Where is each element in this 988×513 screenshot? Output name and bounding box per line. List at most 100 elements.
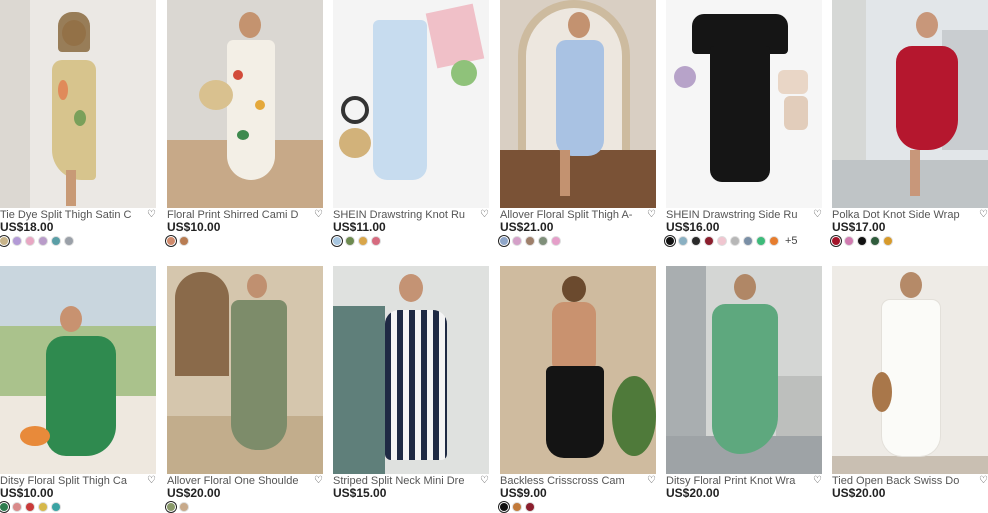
heart-icon[interactable]: ♡ [314,209,323,221]
color-swatch[interactable] [692,237,700,245]
color-swatch[interactable] [539,237,547,245]
color-swatch[interactable] [552,237,560,245]
color-swatch[interactable] [26,503,34,511]
color-swatch[interactable] [871,237,879,245]
product-card[interactable]: SHEIN Drawstring Side Ru ♡ US$16.00 +5 [666,0,822,247]
product-image[interactable] [333,266,489,474]
product-card[interactable]: Allover Floral Split Thigh A- ♡ US$21.00 [500,0,656,247]
product-card[interactable]: Striped Split Neck Mini Dre ♡ US$15.00 [333,266,489,513]
heart-icon[interactable]: ♡ [480,209,489,221]
color-swatch[interactable] [39,237,47,245]
product-image[interactable] [666,0,822,208]
color-swatch[interactable] [372,237,380,245]
color-swatch[interactable] [666,237,674,245]
heart-icon[interactable]: ♡ [979,209,988,221]
product-price: US$9.00 [500,486,547,500]
product-title[interactable]: Floral Print Shirred Cami D [167,209,313,221]
color-swatch[interactable] [13,503,21,511]
color-swatch[interactable] [832,237,840,245]
product-image[interactable] [0,0,156,208]
product-image[interactable] [832,266,988,474]
product-price: US$11.00 [333,220,386,234]
product-price: US$20.00 [167,486,221,500]
product-title[interactable]: Allover Floral Split Thigh A- [500,209,646,221]
product-card[interactable]: Allover Floral One Shoulde ♡ US$20.00 [167,266,323,513]
color-swatch[interactable] [65,237,73,245]
product-card[interactable]: Backless Crisscross Cam ♡ US$9.00 [500,266,656,513]
color-swatch[interactable] [513,237,521,245]
product-title[interactable]: SHEIN Drawstring Side Ru [666,209,812,221]
color-swatch[interactable] [180,237,188,245]
product-image[interactable] [666,266,822,474]
color-swatch[interactable] [0,503,8,511]
product-image[interactable] [500,0,656,208]
color-swatch[interactable] [705,237,713,245]
color-swatch[interactable] [0,237,8,245]
color-swatch[interactable] [39,503,47,511]
color-swatch[interactable] [744,237,752,245]
color-swatch[interactable] [718,237,726,245]
color-swatches [500,501,656,513]
color-swatch[interactable] [757,237,765,245]
color-swatch[interactable] [526,503,534,511]
product-card[interactable]: SHEIN Drawstring Knot Ru ♡ US$11.00 [333,0,489,247]
color-swatch[interactable] [770,237,778,245]
color-swatch[interactable] [346,237,354,245]
color-swatch[interactable] [333,237,341,245]
color-swatch[interactable] [52,503,60,511]
product-card[interactable]: Tie Dye Split Thigh Satin C ♡ US$18.00 [0,0,156,247]
color-swatch[interactable] [513,503,521,511]
product-image[interactable] [333,0,489,208]
color-swatch[interactable] [167,503,175,511]
product-image[interactable] [167,0,323,208]
color-swatch[interactable] [679,237,687,245]
color-swatch[interactable] [13,237,21,245]
heart-icon[interactable]: ♡ [647,209,656,221]
heart-icon[interactable]: ♡ [813,475,822,487]
color-swatch[interactable] [26,237,34,245]
heart-icon[interactable]: ♡ [480,475,489,487]
product-price: US$20.00 [666,486,720,500]
color-swatch[interactable] [526,237,534,245]
product-title[interactable]: Tie Dye Split Thigh Satin C [0,209,146,221]
product-title[interactable]: Ditsy Floral Split Thigh Ca [0,475,146,487]
product-image[interactable] [0,266,156,474]
color-swatches [333,501,489,513]
product-card[interactable]: Ditsy Floral Print Knot Wra ♡ US$20.00 [666,266,822,513]
color-swatch[interactable] [500,237,508,245]
product-image[interactable] [167,266,323,474]
color-swatches [167,501,323,513]
color-swatches [666,501,822,513]
heart-icon[interactable]: ♡ [813,209,822,221]
product-image[interactable] [832,0,988,208]
color-swatch[interactable] [500,503,508,511]
product-title[interactable]: Allover Floral One Shoulde [167,475,313,487]
product-card[interactable]: Polka Dot Knot Side Wrap ♡ US$17.00 [832,0,988,247]
product-card[interactable]: Ditsy Floral Split Thigh Ca ♡ US$10.00 [0,266,156,513]
product-title[interactable]: Polka Dot Knot Side Wrap [832,209,978,221]
heart-icon[interactable]: ♡ [314,475,323,487]
product-title[interactable]: Striped Split Neck Mini Dre [333,475,479,487]
color-swatch[interactable] [845,237,853,245]
color-swatch[interactable] [858,237,866,245]
product-title[interactable]: Tied Open Back Swiss Do [832,475,978,487]
product-title[interactable]: Ditsy Floral Print Knot Wra [666,475,812,487]
heart-icon[interactable]: ♡ [647,475,656,487]
product-card[interactable]: Floral Print Shirred Cami D ♡ US$10.00 [167,0,323,247]
color-swatch[interactable] [180,503,188,511]
color-swatches [167,235,323,247]
color-swatch[interactable] [731,237,739,245]
more-colors-count[interactable]: +5 [785,235,798,247]
product-title[interactable]: Backless Crisscross Cam [500,475,646,487]
product-image[interactable] [500,266,656,474]
color-swatches [500,235,656,247]
product-card[interactable]: Tied Open Back Swiss Do ♡ US$20.00 [832,266,988,513]
color-swatch[interactable] [167,237,175,245]
heart-icon[interactable]: ♡ [147,209,156,221]
heart-icon[interactable]: ♡ [979,475,988,487]
heart-icon[interactable]: ♡ [147,475,156,487]
color-swatch[interactable] [52,237,60,245]
product-title[interactable]: SHEIN Drawstring Knot Ru [333,209,479,221]
color-swatch[interactable] [359,237,367,245]
color-swatch[interactable] [884,237,892,245]
